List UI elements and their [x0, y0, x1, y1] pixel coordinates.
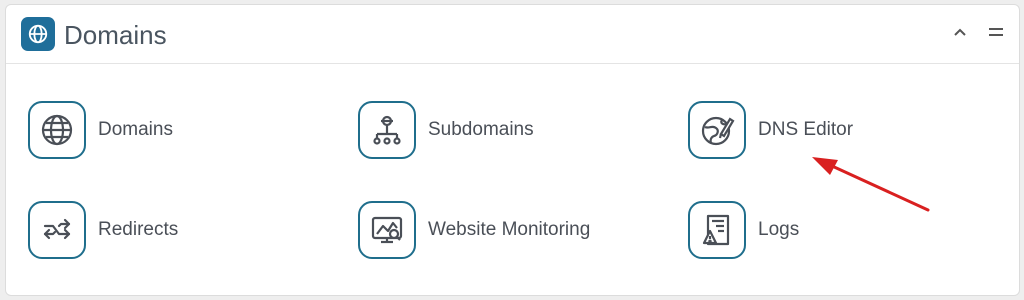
tile-dns-editor[interactable]: DNS Editor	[688, 98, 853, 162]
tile-domains[interactable]: Domains	[28, 98, 173, 162]
tile-label: DNS Editor	[758, 119, 854, 140]
tile-label: Logs	[758, 219, 800, 240]
tile-label: Redirects	[98, 219, 179, 240]
panel-header: Domains	[6, 5, 1019, 64]
globe-icon	[21, 17, 55, 51]
domains-panel: Domains Domains Subdomains DNS Editor Re…	[5, 4, 1020, 296]
tile-label: Domains	[98, 119, 173, 140]
tile-website-monitoring[interactable]: Website Monitoring	[358, 198, 590, 262]
monitor-chart-icon	[358, 201, 416, 259]
log-warning-icon	[688, 201, 746, 259]
tile-redirects[interactable]: Redirects	[28, 198, 178, 262]
panel-title: Domains	[64, 20, 167, 50]
tile-logs[interactable]: Logs	[688, 198, 799, 262]
tile-subdomains[interactable]: Subdomains	[358, 98, 534, 162]
chevron-up-icon[interactable]	[951, 23, 969, 41]
globe-icon	[28, 101, 86, 159]
tile-label: Subdomains	[428, 119, 534, 140]
redirect-arrows-icon	[28, 201, 86, 259]
sitemap-icon	[358, 101, 416, 159]
tile-label: Website Monitoring	[428, 219, 591, 240]
hamburger-icon[interactable]	[987, 23, 1005, 41]
dns-editor-icon	[688, 101, 746, 159]
